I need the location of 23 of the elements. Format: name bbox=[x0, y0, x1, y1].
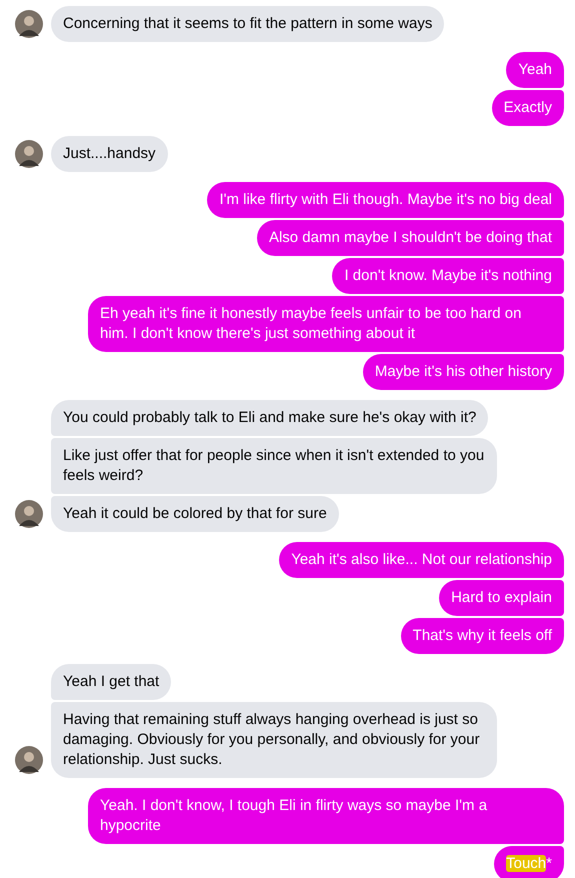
avatar-icon bbox=[15, 500, 43, 528]
avatar-icon bbox=[15, 10, 43, 38]
message-bubble: Concerning that it seems to fit the pattern in some ways bbox=[51, 6, 444, 42]
message-bubble: Yeah. I don't know, I tough Eli in flirty ways so maybe I'm a hypocrite bbox=[88, 788, 564, 844]
message-bubble: You could probably talk to Eli and make sure he's okay with it? bbox=[51, 400, 488, 436]
message-bubble: Like just offer that for people since when it isn't extended to you feels weird? bbox=[51, 438, 497, 494]
message-bubble: I don't know. Maybe it's nothing bbox=[332, 258, 564, 294]
avatar-icon bbox=[15, 746, 43, 774]
message-bubble: Hard to explain bbox=[439, 580, 564, 616]
message-bubble: Yeah I get that bbox=[51, 664, 172, 700]
message-bubble: I'm like flirty with Eli though. Maybe it's no big deal bbox=[207, 182, 564, 218]
message-bubble: Maybe it's his other history bbox=[362, 354, 564, 390]
message-bubble: Yeah it's also like... Not our relationship bbox=[279, 542, 564, 578]
message-bubble: Yeah it could be colored by that for sure bbox=[51, 496, 339, 532]
message-bubble: Just....handsy bbox=[51, 136, 168, 172]
message-bubble: Having that remaining stuff always hanging overhead is just so damaging. Obviously for you personally, and obviously for your relationship. Just sucks. bbox=[51, 702, 497, 778]
message-bubble: That's why it feels off bbox=[400, 618, 564, 654]
message-bubble: Eh yeah it's fine it honestly maybe feels unfair to be too hard on him. I don't know there's just something about it bbox=[88, 296, 564, 352]
avatar-icon bbox=[15, 140, 43, 168]
message-bubble: Touch* bbox=[494, 846, 564, 878]
message-bubble: Yeah bbox=[506, 52, 564, 88]
message-bubble: Exactly bbox=[492, 90, 564, 126]
message-bubble: Also damn maybe I shouldn't be doing that bbox=[256, 220, 564, 256]
